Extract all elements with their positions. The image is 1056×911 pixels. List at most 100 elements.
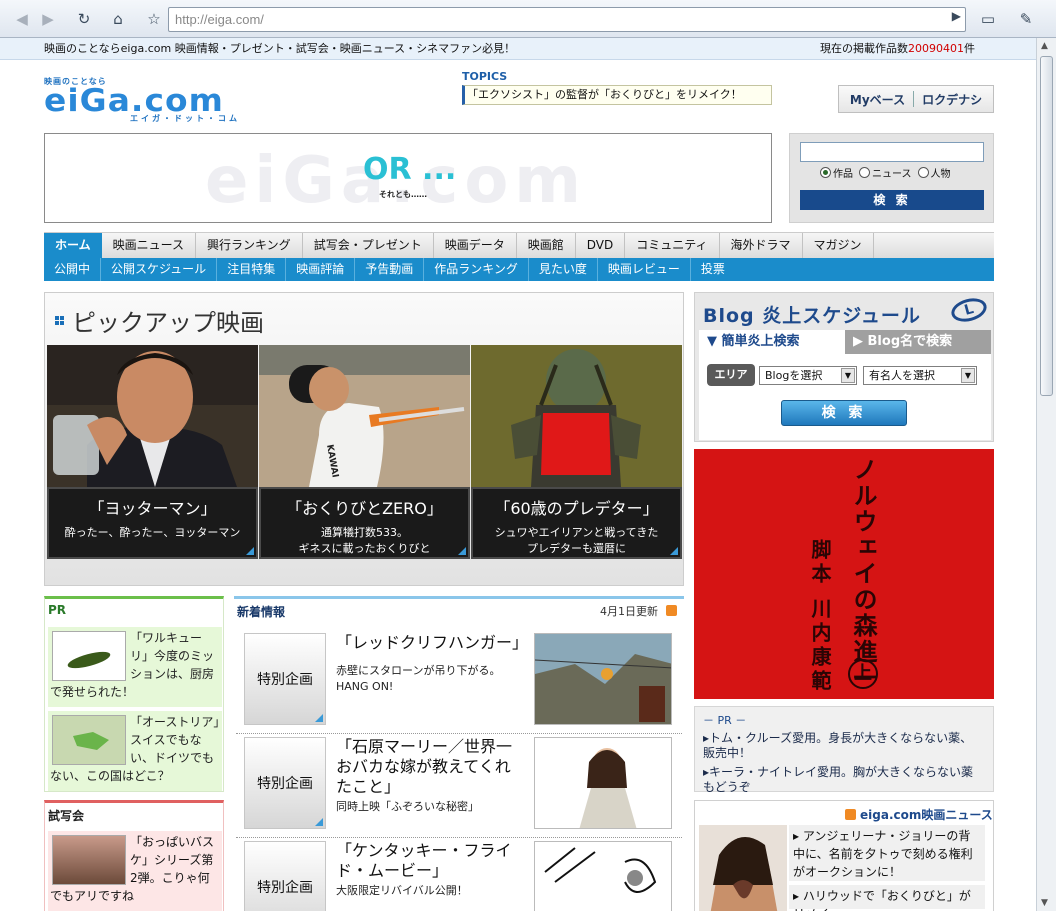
main-nav-item[interactable]: 興行ランキング [196,233,303,258]
sub-nav-item[interactable]: 注目特集 [217,258,287,281]
home-icon[interactable]: ⌂ [106,7,130,31]
pickup-card-predator[interactable]: 「60歳のプレデター」 シュワやエイリアンと戦ってきた プレデターも還暦に [471,345,682,559]
news-item-desc: 赤壁にスタローンが吊り下がる。HANG ON! [336,664,501,693]
pr-link[interactable]: ▸トム・クルーズ愛用。身長が大きくならない薬、販売中！ [703,731,983,761]
preview-item[interactable]: 「おっぱいバスケ」シリーズ第2弾。こりゃ何でもアリですね [48,831,222,911]
pr-thumb [52,715,126,765]
blog-search-button[interactable]: 検 索 [781,400,907,426]
tab-easy-search[interactable]: ▼ 簡単炎上検索 [699,330,845,354]
red-ad[interactable]: ノルウェイの森進一 上 脚本 川内康範 [694,449,994,699]
sub-nav: 公開中 公開スケジュール 注目特集 映画評論 予告動画 作品ランキング 見たい度 映画レビュー… [44,258,994,281]
star-icon[interactable]: ☆ [142,7,166,31]
blog-title: Blog 炎上スケジュール [703,305,921,327]
sub-nav-item[interactable]: 投票 [691,258,735,281]
divider [913,91,915,107]
rss-icon[interactable] [666,605,677,616]
ad-author: 脚本 川内康範 [808,539,832,694]
pickup-card-yottaman[interactable]: 「ヨッターマン」 酔ったー、酔ったー、ヨッターマン [47,345,258,559]
preview-box: 試写会 「おっぱいバスケ」シリーズ第2弾。こりゃ何でもアリですね [44,800,224,911]
site-logo[interactable]: 映画のことなら eiGa.com エイガ・ドット・コム [44,76,244,123]
forward-arrow-icon[interactable]: ▶ [36,7,60,31]
sub-nav-item[interactable]: 予告動画 [355,258,425,281]
search-button[interactable]: 検 索 [800,190,984,210]
pr-item[interactable]: 「ワルキューリ」今度のミッションは、厨房で発せられた！ [48,627,222,707]
sub-nav-item[interactable]: 作品ランキング [424,258,529,281]
news-item-title[interactable]: 「ケンタッキー・フライド・ムービー」 [336,841,526,881]
pickup-image [471,345,682,487]
scroll-thumb[interactable] [1040,56,1053,396]
pr-item[interactable]: 「オーストリア」スイスでもない、ドイツでもない、この国はどこ？ [48,711,222,791]
page-menu-icon[interactable]: ▭ [976,7,1000,31]
main-nav-item[interactable]: 海外ドラマ [720,233,803,258]
main-nav-item[interactable]: コミュニティ [625,233,720,258]
main-nav-item[interactable]: ホーム [44,233,102,258]
eiga-news-item[interactable]: ▸ アンジェリーナ・ジョリーの背中に、名前を夕トゥで刻める権利がオークションに！ [789,825,985,881]
user-name-link[interactable]: ロクデナシ [922,91,982,108]
news-tag: 特別企画 [244,841,326,911]
pr-link[interactable]: ▸キーラ・ナイトレイ愛用。胸が大きくならない薬もどうぞ [703,765,983,795]
work-count: 現在の掲載作品数20090401件 [820,42,975,55]
main-nav-item[interactable]: 映画ニュース [102,233,197,258]
news-item-title[interactable]: 「レッドクリフハンガー」 [336,633,528,653]
scroll-down-icon[interactable]: ▼ [1041,898,1048,908]
back-arrow-icon[interactable]: ◀ [10,7,34,31]
main-nav: ホーム 映画ニュース 興行ランキング 試写会・プレゼント 映画データ 映画館 DVD コミュニ… [44,232,994,258]
logo-text: eiGa.com [44,83,224,119]
banner-ad[interactable]: eiGa.com OR ... それとも…… [44,133,772,223]
pickup-title: ピックアップ映画 [55,303,264,338]
blog-logo-icon: L [948,294,990,326]
preview-thumb [52,835,126,885]
news-section: 新着情報 4月1日更新 特別企画 「レッドクリフハンガー」 赤壁にスタローンが吊… [234,596,684,911]
mybase-link[interactable]: Myベース [850,91,905,108]
sub-nav-item[interactable]: 公開中 [44,258,102,281]
pr-links-title: － PR － [703,714,747,727]
sub-nav-item[interactable]: 見たい度 [529,258,598,281]
blog-select[interactable]: Blogを選択 ▼ [759,366,857,385]
news-title: 新着情報 [237,605,286,619]
sub-nav-item[interactable]: 公開スケジュール [101,258,218,281]
main-nav-item[interactable]: DVD [576,233,626,258]
news-tag: 特別企画 [244,633,326,725]
browser-toolbar: ◀ ▶ ↻ ⌂ ☆ http://eiga.com/ ▶ ▭ ✎ [0,0,1056,38]
main-nav-item[interactable]: 映画データ [434,233,517,258]
news-tag: 特別企画 [244,737,326,829]
pr-thumb [52,631,126,681]
news-image [534,841,672,911]
news-item[interactable]: 特別企画 「レッドクリフハンガー」 赤壁にスタローンが吊り下がる。HANG ON… [236,633,682,734]
news-item[interactable]: 特別企画 「ケンタッキー・フライド・ムービー」 大阪限定リバイバル公開！ [244,841,674,911]
ad-title: ノルウェイの森進一 [849,457,878,691]
go-icon[interactable]: ▶ [952,9,961,23]
topics-ticker[interactable]: 「エクソシスト」の監督が「おくりびと」をリメイク！ [462,85,772,105]
info-text: 映画のことならeiga.com 映画情報・プレゼント・試写会・映画ニュース・シネ… [44,42,516,55]
pickup-image: KAWAI [259,345,470,487]
pickup-card-okuribito[interactable]: KAWAI 「おくりびとZERO」 通算犠打数533。 ギネスに載ったおくりびと [259,345,470,559]
sub-nav-item[interactable]: 映画評論 [286,258,356,281]
tab-blog-name-search[interactable]: ▶ Blog名で検索 [845,330,991,354]
radio-news[interactable]: ニュース [859,165,912,180]
radio-work[interactable]: 作品 [820,165,853,180]
news-image [534,737,672,829]
address-bar[interactable]: http://eiga.com/ ▶ [168,7,966,32]
news-updated: 4月1日更新 [600,605,658,618]
eiga-news-item[interactable]: ▸ ハリウッドで「おくりびと」がリメイ [789,885,985,911]
news-item[interactable]: 特別企画 「石原マーリー／世界一おバカな嫁が教えてくれたこと」 同時上映「ふぞろ… [236,737,682,838]
chevron-down-icon: ▼ [841,368,855,383]
rss-icon[interactable] [845,809,856,820]
reload-icon[interactable]: ↻ [72,7,96,31]
chevron-down-icon: ▼ [961,368,975,383]
main-nav-item[interactable]: 映画館 [517,233,576,258]
scroll-up-icon[interactable]: ▲ [1041,41,1048,51]
pr-box: PR 「ワルキューリ」今度のミッションは、厨房で発せられた！ 「オーストリア」ス… [44,596,224,792]
pickup-caption: 「おくりびとZERO」 通算犠打数533。 ギネスに載ったおくりびと [259,487,470,559]
pickup-image [47,345,258,487]
search-input[interactable] [800,142,984,162]
vertical-scrollbar[interactable]: ▲ ▼ [1036,38,1056,911]
news-item-title[interactable]: 「石原マーリー／世界一おバカな嫁が教えてくれたこと」 [336,737,526,797]
radio-person[interactable]: 人物 [917,165,951,180]
celebrity-select[interactable]: 有名人を選択 ▼ [863,366,977,385]
news-item-desc: 同時上映「ふぞろいな秘密」 [336,800,479,813]
sub-nav-item[interactable]: 映画レビュー [598,258,691,281]
wrench-icon[interactable]: ✎ [1014,7,1038,31]
main-nav-item[interactable]: 試写会・プレゼント [303,233,434,258]
main-nav-item[interactable]: マガジン [803,233,874,258]
